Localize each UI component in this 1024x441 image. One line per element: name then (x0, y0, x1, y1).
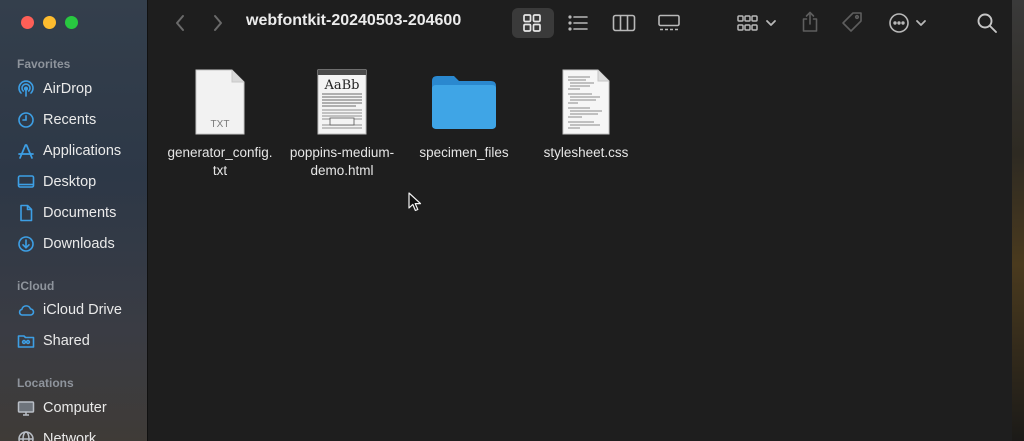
back-button[interactable] (172, 13, 188, 33)
desktop-icon (17, 173, 35, 191)
preview-specimen-text: AaBb (323, 78, 359, 93)
column-view-button[interactable] (612, 13, 636, 33)
group-by-icon (736, 14, 778, 32)
sidebar-item-airdrop[interactable]: AirDrop (17, 77, 143, 101)
mouse-pointer-icon (408, 192, 422, 217)
folder-icon (429, 66, 499, 138)
file-name: specimen_files (399, 144, 529, 162)
airdrop-icon (17, 80, 35, 98)
share-icon (800, 11, 820, 33)
sidebar-item-desktop[interactable]: Desktop (17, 170, 143, 194)
more-icon (888, 12, 928, 34)
list-view-button[interactable] (567, 13, 589, 33)
desktop-wallpaper (1010, 0, 1024, 441)
column-view-icon (612, 14, 636, 32)
css-file-preview-icon (551, 66, 621, 138)
sidebar-item-label: Documents (43, 205, 117, 221)
sidebar-item-recents[interactable]: Recents (17, 108, 143, 132)
minimize-window-button[interactable] (43, 16, 56, 29)
clock-icon (17, 111, 35, 129)
sidebar-item-label: Network (43, 431, 97, 441)
sidebar-item-computer[interactable]: Computer (17, 396, 143, 420)
file-name-line: generator_config. (167, 145, 273, 160)
sidebar-section-favorites: Favorites (17, 57, 71, 71)
sidebar-item-label: Desktop (43, 174, 97, 190)
shared-folder-icon (17, 332, 35, 350)
file-item-poppins-demo[interactable]: AaBb poppins-medium- demo.html (277, 66, 407, 179)
tag-button[interactable] (840, 11, 864, 33)
gallery-view-button[interactable] (657, 13, 681, 33)
search-button[interactable] (976, 12, 998, 34)
computer-icon (17, 399, 35, 417)
sidebar-item-applications[interactable]: Applications (17, 139, 143, 163)
text-file-icon: TXT (185, 66, 255, 138)
sidebar-item-label: Recents (43, 112, 97, 128)
sidebar-item-documents[interactable]: Documents (17, 201, 143, 225)
window-title: webfontkit-20240503-204600 (246, 12, 462, 29)
applications-icon (17, 142, 35, 160)
maximize-window-button[interactable] (65, 16, 78, 29)
sidebar-item-shared[interactable]: Shared (17, 329, 143, 353)
icon-view-button[interactable] (521, 13, 543, 33)
file-name-line: txt (212, 162, 228, 178)
file-name: generator_config. txt (155, 144, 285, 179)
list-view-icon (567, 14, 589, 32)
network-icon (17, 430, 35, 441)
sidebar-item-label: Downloads (43, 236, 115, 252)
sidebar-section-locations: Locations (17, 376, 74, 390)
sidebar-item-icloud-drive[interactable]: iCloud Drive (17, 298, 143, 322)
file-name-line: specimen_files (419, 145, 509, 160)
file-item-stylesheet[interactable]: stylesheet.css (521, 66, 651, 162)
share-button[interactable] (800, 11, 820, 33)
sidebar-item-label: Shared (43, 333, 90, 349)
more-actions-button[interactable] (888, 12, 928, 34)
forward-button[interactable] (210, 13, 226, 33)
chevron-left-icon (174, 14, 186, 32)
sidebar-section-icloud: iCloud (17, 279, 55, 293)
file-name: stylesheet.css (521, 144, 651, 162)
document-icon (17, 204, 35, 222)
chevron-right-icon (212, 14, 224, 32)
file-item-specimen-files[interactable]: specimen_files (399, 66, 529, 162)
tag-icon (840, 11, 864, 33)
file-name-line: poppins-medium- (289, 145, 395, 160)
file-name: poppins-medium- demo.html (277, 144, 407, 179)
sidebar: Favorites AirDrop Recents Applications D… (0, 0, 148, 441)
file-name-line: demo.html (310, 162, 374, 178)
icon-view-icon (522, 13, 542, 33)
file-name-line: stylesheet.css (543, 145, 629, 160)
sidebar-item-label: Applications (43, 143, 122, 159)
gallery-view-icon (657, 14, 681, 32)
html-file-preview-icon: AaBb (307, 66, 377, 138)
file-type-label: TXT (211, 119, 230, 130)
sidebar-item-network[interactable]: Network (17, 427, 143, 441)
search-icon (976, 12, 998, 34)
sidebar-item-label: iCloud Drive (43, 302, 122, 318)
file-item-generator-config[interactable]: TXT generator_config. txt (155, 66, 285, 179)
sidebar-item-downloads[interactable]: Downloads (17, 232, 143, 256)
close-window-button[interactable] (21, 16, 34, 29)
cloud-icon (17, 301, 35, 319)
sidebar-item-label: AirDrop (43, 81, 93, 97)
group-by-button[interactable] (736, 13, 778, 33)
download-icon (17, 235, 35, 253)
finder-window: Favorites AirDrop Recents Applications D… (0, 0, 1012, 441)
sidebar-item-label: Computer (43, 400, 107, 416)
